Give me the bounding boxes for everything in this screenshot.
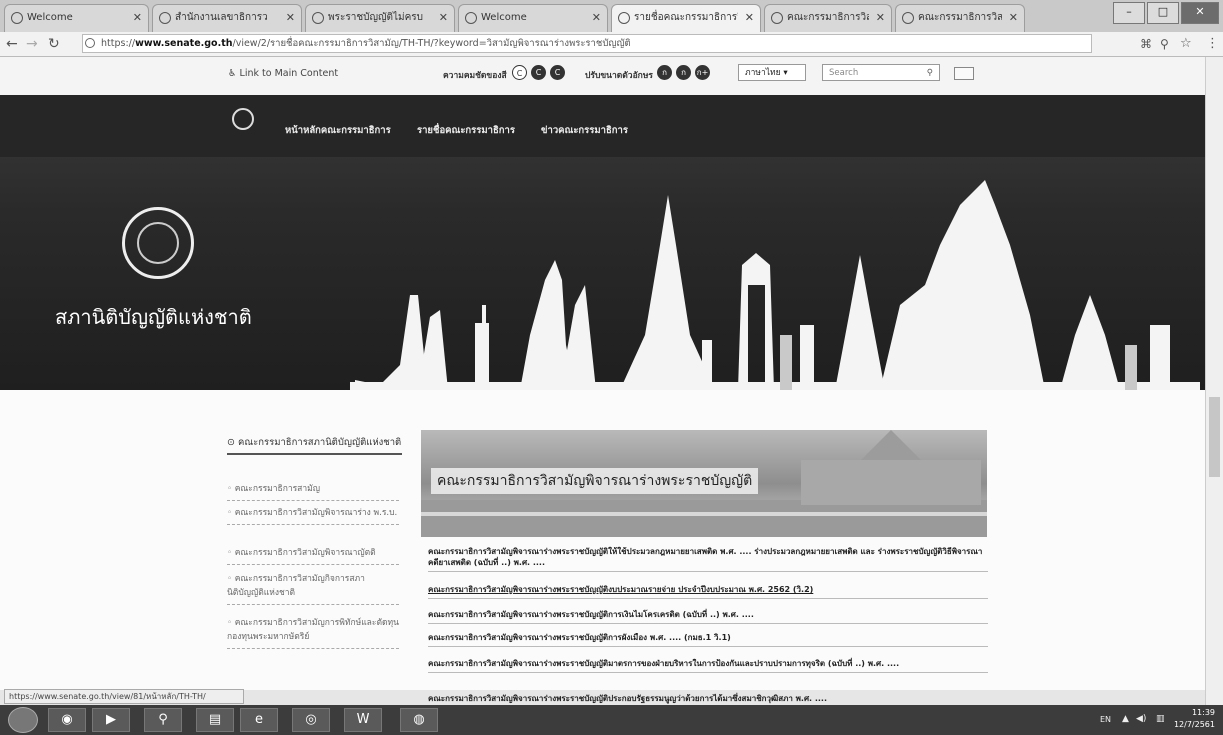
notepad-icon[interactable]: ▤ [196, 708, 234, 732]
internet-explorer-icon[interactable]: e [240, 708, 278, 732]
tray-arrow-icon[interactable]: ▲ [1122, 714, 1129, 724]
scrollbar-thumb[interactable] [1209, 397, 1220, 477]
start-button[interactable] [8, 707, 38, 733]
browser-tab[interactable]: พระราชบัญญัติไม่ครบ ✕ [305, 4, 455, 32]
section-hero-image: คณะกรรมาธิการวิสามัญพิจารณาร่างพระราชบัญ… [421, 430, 987, 537]
browser-tab[interactable]: Welcome ✕ [4, 4, 149, 32]
browser-tab[interactable]: สำนักงานเลขาธิการว ✕ [152, 4, 302, 32]
close-window-button[interactable]: ✕ [1181, 2, 1219, 24]
section-title: คณะกรรมาธิการวิสามัญพิจารณาร่างพระราชบัญ… [431, 468, 759, 494]
bullet-icon: ◦ [227, 484, 235, 494]
translate-icon[interactable]: ⌘ [1140, 35, 1152, 53]
browser-tab-strip: Welcome ✕ สำนักงานเลขาธิการว ✕ พระราชบัญ… [0, 0, 1223, 32]
contrast-dark-button[interactable]: C [531, 65, 546, 80]
close-icon[interactable]: ✕ [745, 5, 754, 31]
senate-favicon-icon [618, 12, 630, 24]
window-controls: – □ ✕ [1111, 2, 1219, 24]
volume-icon[interactable]: ◀) [1136, 714, 1146, 724]
close-icon[interactable]: ✕ [876, 5, 885, 31]
page-icon [465, 12, 477, 24]
browser-tab[interactable]: คณะกรรมาธิการวิสามัญ ✕ [764, 4, 892, 32]
browser-tab[interactable]: Welcome ✕ [458, 4, 608, 32]
page-icon [159, 12, 171, 24]
font-small-button[interactable]: ก [657, 65, 672, 80]
browser-tab-active[interactable]: รายชื่อคณะกรรมาธิการวิ ✕ [611, 4, 761, 32]
reload-icon[interactable]: ↻ [48, 35, 60, 53]
contrast-normal-button[interactable]: C [512, 65, 527, 80]
circle-plus-icon: ⊙ [227, 437, 238, 448]
close-icon[interactable]: ✕ [133, 5, 142, 31]
site-banner: หน้าหลักคณะกรรมาธิการ รายชื่อคณะกรรมาธิก… [0, 95, 1205, 390]
input-language-indicator[interactable]: EN [1100, 715, 1111, 724]
system-clock[interactable]: 11:39 12/7/2561 [1174, 707, 1215, 731]
close-icon[interactable]: ✕ [1009, 5, 1018, 31]
search-app-icon[interactable]: ⚲ [144, 708, 182, 732]
page-icon [11, 12, 23, 24]
url-input[interactable]: https://www.senate.go.th/view/2/รายชื่อค… [82, 34, 1092, 53]
minimize-button[interactable]: – [1113, 2, 1145, 24]
maximize-button[interactable]: □ [1147, 2, 1179, 24]
search-input[interactable]: Search ⚲ [822, 64, 940, 81]
committee-list-item[interactable]: คณะกรรมาธิการวิสามัญพิจารณาร่างพระราชบัญ… [428, 632, 988, 647]
back-arrow-icon[interactable]: ← [6, 35, 18, 53]
font-medium-button[interactable]: ก [676, 65, 691, 80]
bullet-icon: ◦ [227, 574, 235, 584]
bookmark-star-icon[interactable]: ☆ [1180, 35, 1192, 53]
google-icon [312, 12, 324, 24]
search-icon[interactable]: ⚲ [927, 65, 933, 81]
skip-to-content-link[interactable]: ♿ Link to Main Content [228, 68, 338, 79]
site-utility-bar: ♿ Link to Main Content ความคมชัดของสี C … [0, 57, 1205, 95]
sidebar-heading: ⊙ คณะกรรมาธิการสภานิติบัญญัติแห่งชาติ [227, 434, 402, 455]
explorer-icon[interactable]: ◉ [48, 708, 86, 732]
mail-icon[interactable] [954, 67, 974, 80]
close-icon[interactable]: ✕ [592, 5, 601, 31]
content-area: ⊙ คณะกรรมาธิการสภานิติบัญญัติแห่งชาติ ◦ … [0, 390, 1205, 708]
network-icon[interactable]: ▥ [1156, 714, 1165, 724]
language-select[interactable]: ภาษาไทย ▾ [738, 64, 806, 81]
bullet-icon: ◦ [227, 618, 235, 628]
font-large-button[interactable]: ก+ [695, 65, 710, 80]
menu-icon[interactable]: ⋮ [1206, 35, 1219, 53]
site-info-icon[interactable] [85, 38, 95, 48]
sidebar-item[interactable]: ◦ คณะกรรมาธิการวิสามัญกิจการสภานิติบัญญั… [227, 572, 399, 605]
sidebar-item[interactable]: ◦ คณะกรรมาธิการวิสามัญการพิทักษ์และตัดทุ… [227, 616, 399, 649]
address-bar: ← → ↻ https://www.senate.go.th/view/2/รา… [0, 32, 1223, 57]
sidebar-item[interactable]: ◦ คณะกรรมาธิการวิสามัญพิจารณาญัตติ [227, 546, 399, 565]
chevron-down-icon: ▾ [783, 68, 788, 78]
contrast-label: ความคมชัดของสี [443, 71, 507, 81]
vertical-scrollbar[interactable] [1205, 57, 1223, 705]
media-player-icon[interactable]: ▶ [92, 708, 130, 732]
sidebar-item[interactable]: ◦ คณะกรรมาธิการวิสามัญพิจารณาร่าง พ.ร.บ. [227, 506, 399, 525]
accessibility-icon: ♿ [228, 68, 240, 79]
committee-list-item[interactable]: คณะกรรมาธิการวิสามัญพิจารณาร่างพระราชบัญ… [428, 658, 988, 673]
word-icon[interactable]: W [344, 708, 382, 732]
contrast-yellow-button[interactable]: C [550, 65, 565, 80]
committee-list-item[interactable]: คณะกรรมาธิการวิสามัญพิจารณาร่างพระราชบัญ… [428, 584, 988, 599]
committee-list-item[interactable]: คณะกรรมาธิการวิสามัญพิจารณาร่างพระราชบัญ… [428, 609, 988, 624]
sidebar-item[interactable]: ◦ คณะกรรมาธิการสามัญ [227, 482, 399, 501]
close-icon[interactable]: ✕ [439, 5, 448, 31]
windows-taskbar: ◉ ▶ ⚲ ▤ e ◎ W ◍ EN ▲ ◀) ▥ 11:39 12/7/256… [0, 705, 1223, 735]
forward-arrow-icon[interactable]: → [26, 35, 38, 53]
senate-favicon-icon [902, 12, 914, 24]
line-chat-icon[interactable]: ◎ [292, 708, 330, 732]
senate-favicon-icon [771, 12, 783, 24]
status-bar-url: https://www.senate.go.th/view/81/หน้าหลั… [4, 689, 244, 704]
zoom-icon[interactable]: ⚲ [1160, 35, 1169, 53]
close-icon[interactable]: ✕ [286, 5, 295, 31]
chrome-icon[interactable]: ◍ [400, 708, 438, 732]
bangkok-skyline-graphic [350, 180, 1200, 390]
bullet-icon: ◦ [227, 548, 235, 558]
font-size-label: ปรับขนาดตัวอักษร [585, 71, 653, 81]
bullet-icon: ◦ [227, 508, 235, 518]
committee-list-item[interactable]: คณะกรรมาธิการวิสามัญพิจารณาร่างพระราชบัญ… [428, 546, 988, 572]
browser-tab[interactable]: คณะกรรมาธิการวิสามัญ ✕ [895, 4, 1025, 32]
